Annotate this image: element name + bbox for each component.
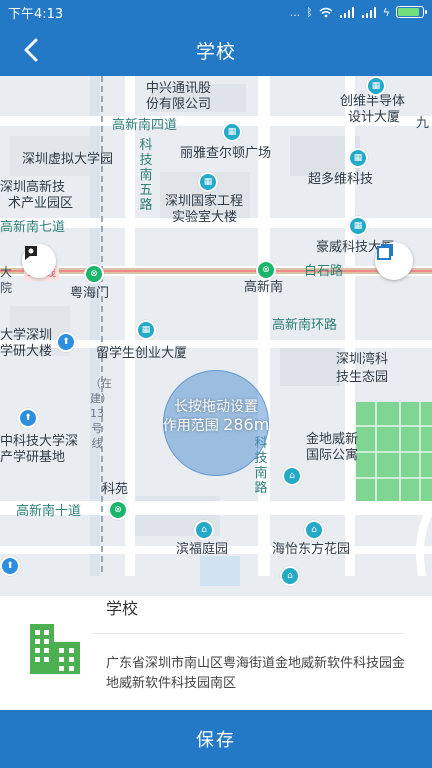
subway-station-icon[interactable]: ⊗ bbox=[84, 264, 104, 284]
label-edge-left: 大 bbox=[0, 265, 13, 279]
subway-station-icon[interactable]: ⊗ bbox=[108, 500, 128, 520]
poi-residence-icon[interactable]: ⌂ bbox=[304, 520, 324, 540]
more-dots-icon: ... bbox=[289, 5, 301, 19]
label-gaoxin-s10: 高新南十道 bbox=[16, 504, 82, 519]
range-hint: 长按拖动设置 作用范围 286m bbox=[143, 398, 289, 435]
label-yuehaimen: 粤海门 bbox=[70, 286, 110, 301]
bluetooth-icon: ᛒ bbox=[306, 5, 313, 19]
label-keji-s5: 科技南五路 bbox=[139, 138, 153, 213]
place-name: 学校 bbox=[106, 599, 139, 618]
label-baishilu: 白石路 bbox=[304, 264, 344, 279]
label-virtual-uni: 深圳虚拟大学园 bbox=[22, 152, 114, 167]
map-view[interactable]: 中兴通讯股 份有限公司 创维半导体 设计大厦 九 高新南四道 丽雅查尔顿广场 深… bbox=[0, 76, 432, 596]
battery-icon bbox=[396, 6, 427, 18]
poi-building-icon[interactable]: ▦ bbox=[198, 172, 218, 192]
label-edge-right: 九 bbox=[416, 116, 430, 131]
header-bar: 学校 bbox=[0, 24, 432, 76]
page-title: 学校 bbox=[195, 40, 236, 63]
label-students: 留学生创业大厦 bbox=[96, 346, 188, 361]
poi-school-icon[interactable]: ⬆ bbox=[56, 332, 76, 352]
wifi-icon bbox=[319, 7, 333, 17]
label-ritz: 丽雅查尔顿广场 bbox=[180, 146, 272, 161]
charging-icon: ϟ bbox=[382, 5, 390, 19]
label-bay-2: 技生态园 bbox=[336, 370, 389, 385]
poi-school-icon[interactable]: ⬆ bbox=[18, 408, 38, 428]
label-chuangwei: 创维半导体 bbox=[340, 94, 406, 109]
label-line13: （在建）13号线 bbox=[90, 377, 112, 450]
label-binfu: 滨福庭园 bbox=[176, 542, 229, 557]
label-gaoxin-s4: 高新南四道 bbox=[112, 118, 178, 133]
range-radius: 286m bbox=[223, 415, 270, 434]
destination-pin-button[interactable] bbox=[22, 244, 56, 278]
label-keyuan: 科苑 bbox=[102, 482, 129, 497]
divider bbox=[92, 633, 404, 634]
poi-building-icon[interactable]: ▦ bbox=[348, 148, 368, 168]
label-bay: 深圳湾科 bbox=[336, 352, 389, 367]
locate-frame-icon bbox=[377, 244, 393, 260]
label-hkust-2: 产学研基地 bbox=[0, 450, 66, 465]
poi-residence-icon[interactable]: ⌂ bbox=[194, 520, 214, 540]
status-time: 下午4:13 bbox=[8, 6, 64, 22]
building-icon bbox=[30, 624, 80, 674]
chevron-left-icon[interactable] bbox=[18, 36, 46, 64]
status-icons: ... ᛒ ϟ bbox=[289, 5, 427, 19]
label-edge-left-2: 院 bbox=[0, 281, 13, 295]
label-uni-shenzhen: 大学深圳 bbox=[0, 328, 53, 343]
label-gaoxinnan: 高新南 bbox=[244, 280, 284, 295]
locate-button[interactable] bbox=[375, 242, 413, 280]
label-national-lab: 深圳国家工程 bbox=[165, 194, 244, 209]
label-chaoduowei: 超多维科技 bbox=[308, 172, 374, 187]
poi-building-icon[interactable]: ▦ bbox=[348, 216, 368, 236]
poi-building-icon[interactable]: ▦ bbox=[222, 122, 242, 142]
label-haiyi: 海怡东方花园 bbox=[272, 542, 351, 557]
poi-school-icon[interactable]: ⬆ bbox=[0, 556, 20, 576]
label-national-lab-2: 实验室大楼 bbox=[172, 210, 238, 225]
label-chuangwei-2: 设计大厦 bbox=[348, 110, 401, 125]
signal-icon bbox=[339, 6, 354, 18]
label-gaoxin-ring: 高新南环路 bbox=[272, 318, 338, 333]
destination-pin-icon bbox=[25, 246, 37, 260]
label-jindi: 金地威新 bbox=[306, 432, 359, 447]
range-hint-line1: 长按拖动设置 bbox=[174, 399, 258, 415]
save-button[interactable]: 保存 bbox=[0, 710, 432, 768]
label-zte-2: 份有限公司 bbox=[146, 97, 212, 112]
label-hkust: 中科技大学深 bbox=[0, 434, 79, 449]
label-gaoxinji: 深圳高新技 bbox=[0, 180, 66, 195]
label-gaoxinji-2: 术产业园区 bbox=[8, 196, 74, 211]
label-uni-shenzhen-2: 学研大楼 bbox=[0, 344, 53, 359]
range-hint-prefix: 作用范围 bbox=[162, 418, 219, 434]
label-jindi-2: 国际公寓 bbox=[306, 448, 359, 463]
range-hint-line2: 作用范围 286m bbox=[143, 416, 289, 435]
signal-icon-2 bbox=[361, 6, 376, 18]
status-bar: 下午4:13 ... ᛒ ϟ bbox=[0, 0, 432, 24]
place-address: 广东省深圳市南山区粤海街道金地威新软件科技园金地威新软件科技园南区 bbox=[106, 656, 406, 691]
poi-building-icon[interactable]: ▦ bbox=[366, 76, 386, 96]
battery-fill bbox=[398, 8, 420, 16]
label-zte: 中兴通讯股 bbox=[146, 81, 212, 96]
poi-residence-icon[interactable]: ⌂ bbox=[280, 566, 300, 586]
place-info-panel: 学校 广东省深圳市南山区粤海街道金地威新软件科技园金地威新软件科技园南区 bbox=[0, 596, 432, 710]
poi-building-icon[interactable]: ▦ bbox=[136, 320, 156, 340]
label-gaoxin-s7: 高新南七道 bbox=[0, 220, 66, 235]
subway-station-icon[interactable]: ⊗ bbox=[256, 260, 276, 280]
poi-residence-icon[interactable]: ⌂ bbox=[282, 466, 302, 486]
